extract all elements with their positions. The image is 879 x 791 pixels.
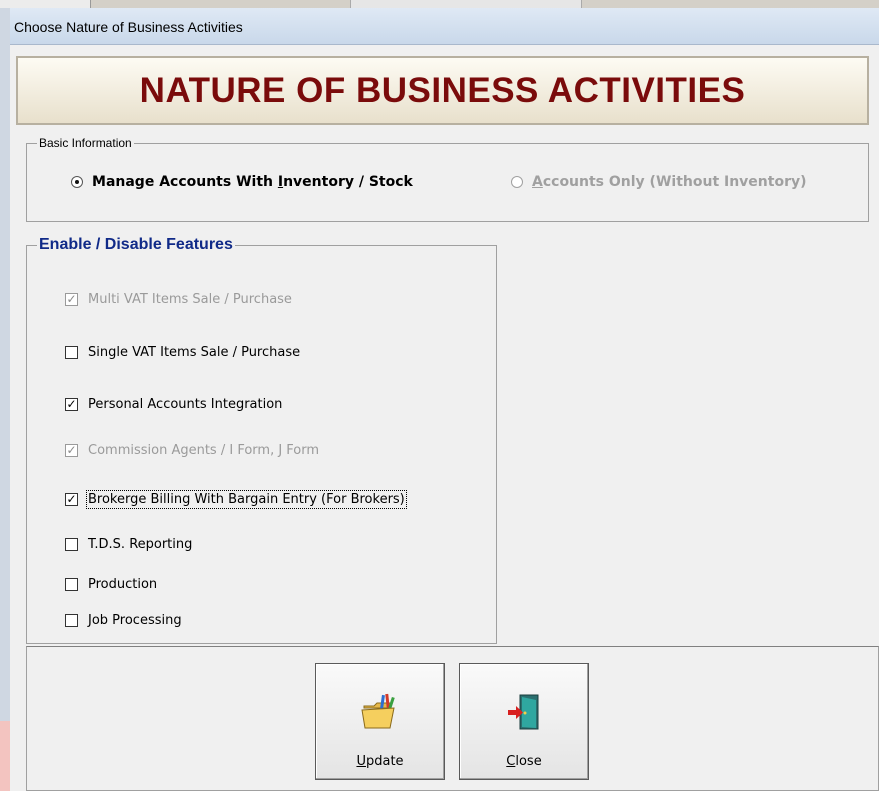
- background-tab: [350, 0, 582, 8]
- checkbox[interactable]: [65, 538, 78, 551]
- background-area: [0, 721, 10, 791]
- update-button[interactable]: Update: [315, 663, 445, 780]
- checkbox-label: Brokerge Billing With Bargain Entry (For…: [86, 490, 407, 509]
- checkbox-commission-agents[interactable]: ✓ Commission Agents / I Form, J Form: [65, 443, 319, 458]
- basic-information-legend: Basic Information: [39, 136, 132, 150]
- checkbox-checked[interactable]: ✓: [65, 444, 78, 457]
- radio-label: Accounts Only (Without Inventory): [532, 174, 807, 190]
- basic-information-group: Basic Information Manage Accounts With I…: [26, 136, 869, 222]
- title-bar[interactable]: Choose Nature of Business Activities: [10, 8, 879, 45]
- header-banner: NATURE OF BUSINESS ACTIVITIES: [16, 56, 869, 125]
- close-button-label: Close: [506, 754, 542, 769]
- radio-accounts-only[interactable]: Accounts Only (Without Inventory): [511, 174, 807, 190]
- checkbox[interactable]: [65, 614, 78, 627]
- checkbox-label: Job Processing: [88, 613, 182, 628]
- checkbox[interactable]: [65, 578, 78, 591]
- checkbox-checked[interactable]: ✓: [65, 293, 78, 306]
- checkbox-single-vat[interactable]: Single VAT Items Sale / Purchase: [65, 345, 300, 360]
- window-title: Choose Nature of Business Activities: [14, 19, 243, 35]
- checkbox[interactable]: [65, 346, 78, 359]
- checkbox-label: Multi VAT Items Sale / Purchase: [88, 292, 292, 307]
- update-button-label: Update: [356, 754, 404, 769]
- folder-pencils-icon: [361, 693, 395, 729]
- checkbox-label: T.D.S. Reporting: [88, 537, 193, 552]
- checkbox-label: Single VAT Items Sale / Purchase: [88, 345, 301, 360]
- checkbox-personal-accounts[interactable]: ✓ Personal Accounts Integration: [65, 397, 282, 412]
- checkbox-brokerge-billing[interactable]: ✓ Brokerge Billing With Bargain Entry (F…: [65, 490, 407, 509]
- checkbox-multi-vat[interactable]: ✓ Multi VAT Items Sale / Purchase: [65, 292, 292, 307]
- exit-door-icon: [508, 694, 539, 730]
- button-panel: Update Close: [26, 646, 879, 791]
- features-legend: Enable / Disable Features: [39, 236, 233, 253]
- checkbox-label: Commission Agents / I Form, J Form: [88, 443, 320, 458]
- background-window-strip: [0, 0, 879, 8]
- radio-label: Manage Accounts With Inventory / Stock: [92, 174, 413, 190]
- checkbox-job-processing[interactable]: Job Processing: [65, 613, 182, 628]
- checkbox-tds-reporting[interactable]: T.D.S. Reporting: [65, 537, 192, 552]
- checkbox-label: Production: [88, 577, 158, 592]
- page-title: NATURE OF BUSINESS ACTIVITIES: [139, 70, 746, 110]
- dialog-window: Choose Nature of Business Activities NAT…: [10, 8, 879, 791]
- features-group: Enable / Disable Features ✓ Multi VAT It…: [26, 236, 497, 644]
- checkbox-checked[interactable]: ✓: [65, 398, 78, 411]
- radio-button[interactable]: [511, 176, 523, 188]
- radio-button-selected[interactable]: [71, 176, 83, 188]
- checkbox-checked[interactable]: ✓: [65, 493, 78, 506]
- checkbox-production[interactable]: Production: [65, 577, 157, 592]
- radio-manage-accounts-with-inventory[interactable]: Manage Accounts With Inventory / Stock: [71, 174, 413, 190]
- checkbox-label: Personal Accounts Integration: [88, 397, 283, 412]
- close-button[interactable]: Close: [459, 663, 589, 780]
- background-tab: [0, 0, 91, 8]
